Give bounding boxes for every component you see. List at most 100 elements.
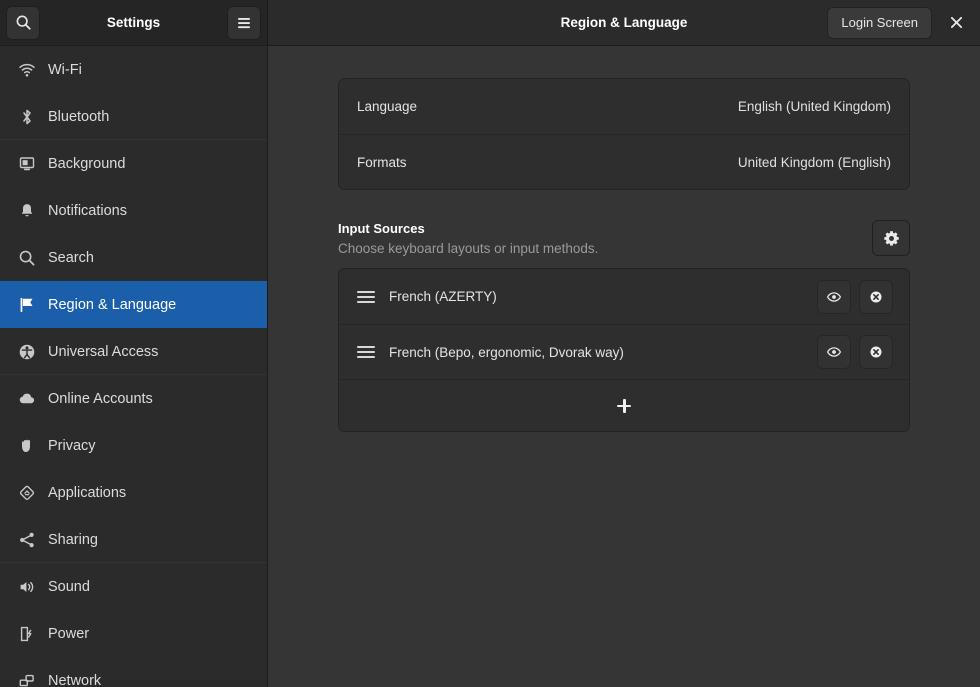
sidebar-item-label: Search: [48, 249, 94, 266]
sidebar-item-label: Sound: [48, 578, 90, 595]
close-window-button[interactable]: [940, 7, 972, 39]
wifi-icon: [14, 61, 40, 79]
preview-layout-button[interactable]: [817, 335, 851, 369]
sidebar-item-region-language[interactable]: Region & Language: [0, 281, 267, 328]
input-sources-card: French (AZERTY) French (Bepo, ergonomic, …: [338, 268, 910, 432]
close-icon: [950, 16, 962, 29]
bell-icon: [14, 202, 40, 220]
input-sources-subtitle: Choose keyboard layouts or input methods…: [338, 241, 599, 256]
applications-icon: [19, 485, 35, 500]
sidebar-item-label: Region & Language: [48, 296, 177, 313]
panel-header: Region & Language Login Screen: [268, 0, 980, 46]
content-column: Language English (United Kingdom) Format…: [338, 78, 910, 432]
panel-content: Language English (United Kingdom) Format…: [268, 46, 980, 687]
input-sources-heading-text: Input Sources Choose keyboard layouts or…: [338, 221, 872, 256]
search-icon: [16, 15, 31, 30]
cloud-icon: [19, 393, 35, 403]
sidebar-item-notifications[interactable]: Notifications: [0, 187, 267, 234]
network-icon: [14, 672, 40, 687]
preview-layout-button[interactable]: [817, 279, 851, 314]
language-value: English (United Kingdom): [737, 99, 891, 114]
sidebar-item-label: Universal Access: [48, 343, 159, 360]
remove-input-source-button[interactable]: [859, 335, 893, 369]
input-source-row[interactable]: French (Bepo, ergonomic, Dvorak way): [339, 324, 909, 379]
gear-icon: [883, 230, 899, 246]
input-source-label: French (Bepo, ergonomic, Dvorak way): [389, 344, 624, 360]
drag-handle-icon[interactable]: [357, 290, 375, 303]
wifi-icon: [19, 63, 35, 77]
sidebar-header: Settings: [0, 0, 268, 46]
hand-icon: [22, 439, 30, 452]
sidebar-item-label: Wi-Fi: [48, 61, 82, 78]
hand-icon: [14, 437, 40, 455]
sidebar-item-online-accounts[interactable]: Online Accounts: [0, 375, 267, 422]
remove-circle-icon: [870, 346, 882, 358]
sidebar-item-label: Applications: [48, 484, 127, 501]
cloud-icon: [14, 390, 40, 408]
flag-icon: [20, 297, 33, 312]
hamburger-menu-icon: [238, 17, 250, 28]
search-icon: [14, 249, 40, 267]
eye-icon: [826, 291, 842, 302]
sidebar-item-sound[interactable]: Sound: [0, 563, 267, 610]
sidebar-nav: Wi-Fi Bluetooth Background Notifications Sea…: [0, 46, 268, 687]
sidebar-item-power[interactable]: Power: [0, 610, 267, 657]
search-icon: [19, 250, 35, 266]
speaker-icon: [14, 578, 40, 596]
plus-icon: [617, 398, 631, 413]
share-icon: [14, 531, 40, 549]
input-sources-title: Input Sources: [338, 221, 425, 236]
applications-icon: [14, 484, 40, 502]
sidebar-item-privacy[interactable]: Privacy: [0, 422, 267, 469]
language-label: Language: [357, 99, 418, 114]
sidebar-item-universal-access[interactable]: Universal Access: [0, 328, 267, 375]
sidebar-item-label: Power: [48, 625, 90, 642]
share-icon: [20, 532, 34, 547]
bluetooth-icon: [23, 109, 31, 124]
sidebar-item-label: Background: [48, 155, 126, 172]
remove-circle-icon: [870, 290, 882, 303]
sidebar-item-network[interactable]: Network: [0, 657, 267, 687]
sidebar-item-bluetooth[interactable]: Bluetooth: [0, 93, 267, 140]
sidebar-item-label: Notifications: [48, 202, 127, 219]
formats-row[interactable]: Formats United Kingdom (English): [339, 134, 909, 189]
language-row[interactable]: Language English (United Kingdom): [339, 79, 909, 134]
sidebar-item-label: Sharing: [48, 531, 98, 548]
formats-value: United Kingdom (English): [737, 154, 891, 170]
power-battery-icon: [14, 625, 40, 643]
network-icon: [19, 674, 34, 686]
add-input-source-button[interactable]: [339, 379, 909, 431]
window-body: Wi-Fi Bluetooth Background Notifications Sea…: [0, 46, 980, 687]
sidebar-item-background[interactable]: Background: [0, 140, 267, 187]
drag-handle-icon[interactable]: [357, 346, 375, 358]
formats-label: Formats: [357, 154, 407, 170]
header-bar: Settings Region & Language Login Screen: [0, 0, 980, 46]
sidebar-item-label: Online Accounts: [48, 390, 153, 407]
accessibility-icon: [14, 343, 40, 361]
sidebar-item-label: Bluetooth: [48, 108, 110, 125]
sidebar-item-label: Privacy: [48, 437, 96, 454]
sidebar-item-label: Network: [48, 672, 102, 687]
background-icon: [14, 155, 40, 173]
bell-icon: [21, 203, 33, 216]
main-menu-button[interactable]: [227, 5, 261, 40]
input-sources-options-button[interactable]: [872, 220, 910, 256]
power-battery-icon: [20, 626, 32, 641]
sidebar-item-search[interactable]: Search: [0, 234, 267, 281]
eye-icon: [826, 347, 842, 357]
accessibility-icon: [19, 344, 35, 359]
login-screen-button[interactable]: Login Screen: [827, 6, 932, 39]
sidebar-item-wi-fi[interactable]: Wi-Fi: [0, 46, 267, 93]
settings-window: Settings Region & Language Login Screen: [0, 0, 980, 687]
bluetooth-icon: [14, 108, 40, 126]
speaker-icon: [20, 581, 34, 592]
flag-icon: [14, 296, 40, 314]
input-source-row[interactable]: French (AZERTY): [339, 269, 909, 324]
remove-input-source-button[interactable]: [859, 279, 893, 314]
search-button[interactable]: [6, 5, 40, 40]
sidebar-item-applications[interactable]: Applications: [0, 469, 267, 516]
input-sources-header: Input Sources Choose keyboard layouts or…: [338, 220, 910, 256]
language-card: Language English (United Kingdom) Format…: [338, 78, 910, 190]
sidebar-item-sharing[interactable]: Sharing: [0, 516, 267, 563]
input-source-label: French (AZERTY): [389, 289, 497, 304]
